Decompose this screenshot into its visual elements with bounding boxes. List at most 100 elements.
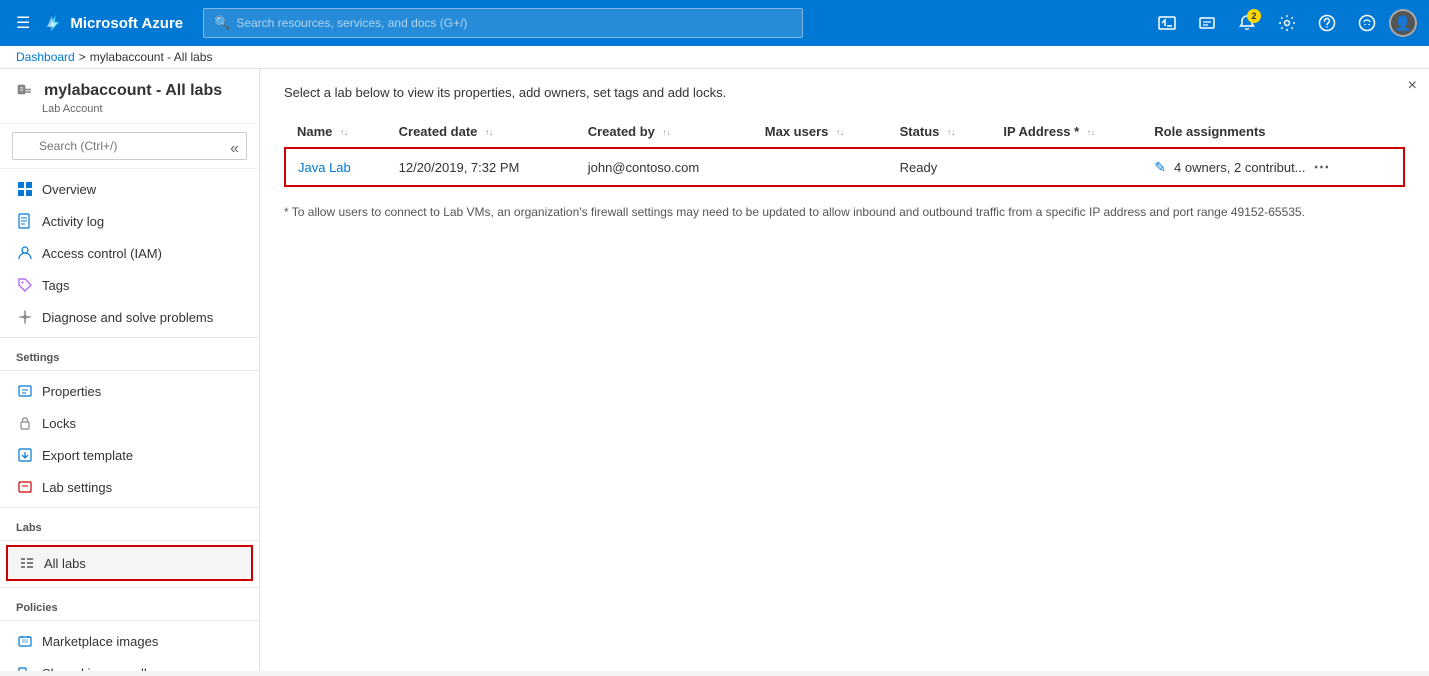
help-button[interactable] — [1309, 5, 1345, 41]
activity-log-icon — [16, 212, 34, 230]
cloud-shell-button[interactable] — [1149, 5, 1185, 41]
access-control-icon — [16, 244, 34, 262]
cell-ip-address — [991, 148, 1142, 186]
user-avatar[interactable]: 👤 — [1389, 9, 1417, 37]
sidebar-item-all-labs[interactable]: All labs — [8, 547, 251, 579]
cell-max-users — [753, 148, 888, 186]
lab-name-link[interactable]: Java Lab — [298, 160, 351, 175]
sort-status-icon[interactable]: ↑↓ — [947, 129, 955, 137]
sidebar-item-shared-image-gallery[interactable]: Shared image gallery — [0, 657, 259, 671]
labs-table: Name ↑↓ Created date ↑↓ Created by ↑↓ — [284, 116, 1405, 187]
activity-log-label: Activity log — [42, 214, 104, 229]
locks-icon — [16, 414, 34, 432]
notification-badge: 2 — [1247, 9, 1261, 23]
all-labs-label: All labs — [44, 556, 86, 571]
sidebar-item-marketplace-images[interactable]: Marketplace images — [0, 625, 259, 657]
divider-after-policies — [0, 620, 259, 621]
breadcrumb-dashboard[interactable]: Dashboard — [16, 50, 75, 64]
sidebar-header: mylabaccount - All labs Lab Account — [0, 69, 259, 124]
directory-subscription-button[interactable] — [1189, 5, 1225, 41]
sidebar-item-overview[interactable]: Overview — [0, 173, 259, 205]
settings-section-label: Settings — [0, 342, 259, 366]
lab-settings-label: Lab settings — [42, 480, 112, 495]
settings-button[interactable] — [1269, 5, 1305, 41]
search-placeholder: Search resources, services, and docs (G+… — [236, 16, 467, 30]
sidebar-item-properties[interactable]: Properties — [0, 375, 259, 407]
sort-created-by-icon[interactable]: ↑↓ — [663, 129, 671, 137]
global-search-bar[interactable]: 🔍 Search resources, services, and docs (… — [203, 8, 803, 38]
role-assignments-value: 4 owners, 2 contribut... — [1174, 160, 1306, 175]
col-role-assignments: Role assignments — [1142, 116, 1404, 148]
divider-policies — [0, 587, 259, 588]
cell-name[interactable]: Java Lab — [285, 148, 387, 186]
sidebar-item-locks[interactable]: Locks — [0, 407, 259, 439]
sort-name-icon[interactable]: ↑↓ — [340, 129, 348, 137]
sidebar-search-input[interactable] — [12, 132, 247, 160]
feedback-button[interactable] — [1349, 5, 1385, 41]
sidebar-item-export-template[interactable]: Export template — [0, 439, 259, 471]
more-options-icon[interactable]: ⋯ — [1314, 157, 1330, 177]
export-template-icon — [16, 446, 34, 464]
role-assignments-cell: ✎ 4 owners, 2 contribut... ⋯ — [1154, 157, 1391, 177]
marketplace-images-label: Marketplace images — [42, 634, 158, 649]
hamburger-menu-icon[interactable]: ☰ — [12, 9, 34, 37]
azure-logo-icon — [44, 13, 64, 33]
sidebar-title: mylabaccount - All labs — [16, 81, 243, 101]
search-icon: 🔍 — [214, 15, 230, 31]
col-status[interactable]: Status ↑↓ — [888, 116, 992, 148]
cell-role-assignments: ✎ 4 owners, 2 contribut... ⋯ — [1142, 148, 1404, 186]
col-name[interactable]: Name ↑↓ — [285, 116, 387, 148]
labs-section-label: Labs — [0, 512, 259, 536]
main-layout: mylabaccount - All labs Lab Account 🔍 « … — [0, 69, 1429, 671]
cell-created-date: 12/20/2019, 7:32 PM — [387, 148, 576, 186]
breadcrumb-current: mylabaccount - All labs — [90, 50, 213, 64]
top-navigation: ☰ Microsoft Azure 🔍 Search resources, se… — [0, 0, 1429, 46]
sidebar-item-tags[interactable]: Tags — [0, 269, 259, 301]
sidebar-item-lab-settings[interactable]: Lab settings — [0, 471, 259, 503]
overview-icon — [16, 180, 34, 198]
breadcrumb-separator: > — [79, 50, 86, 64]
properties-label: Properties — [42, 384, 101, 399]
sidebar: mylabaccount - All labs Lab Account 🔍 « … — [0, 69, 260, 671]
table-row[interactable]: Java Lab 12/20/2019, 7:32 PM john@contos… — [285, 148, 1404, 186]
content-area: × Select a lab below to view its propert… — [260, 69, 1429, 671]
notifications-button[interactable]: 2 — [1229, 5, 1265, 41]
col-created-by[interactable]: Created by ↑↓ — [576, 116, 753, 148]
collapse-sidebar-button[interactable]: « — [222, 138, 247, 160]
labs-table-container: Name ↑↓ Created date ↑↓ Created by ↑↓ — [284, 116, 1405, 187]
sort-max-users-icon[interactable]: ↑↓ — [836, 129, 844, 137]
col-max-users[interactable]: Max users ↑↓ — [753, 116, 888, 148]
divider-settings — [0, 337, 259, 338]
sidebar-item-activity-log[interactable]: Activity log — [0, 205, 259, 237]
close-button[interactable]: × — [1408, 77, 1417, 95]
divider-after-labs — [0, 540, 259, 541]
export-template-label: Export template — [42, 448, 133, 463]
edit-role-icon[interactable]: ✎ — [1154, 159, 1166, 176]
locks-label: Locks — [42, 416, 76, 431]
all-labs-icon — [18, 554, 36, 572]
sidebar-item-all-labs-wrapper: All labs — [6, 545, 253, 581]
cell-created-by: john@contoso.com — [576, 148, 753, 186]
breadcrumb: Dashboard > mylabaccount - All labs — [0, 46, 1429, 69]
col-created-date[interactable]: Created date ↑↓ — [387, 116, 576, 148]
divider-labs — [0, 507, 259, 508]
lab-settings-icon — [16, 478, 34, 496]
tags-label: Tags — [42, 278, 69, 293]
diagnose-label: Diagnose and solve problems — [42, 310, 213, 325]
shared-image-gallery-icon — [16, 664, 34, 671]
access-control-label: Access control (IAM) — [42, 246, 162, 261]
content-body: Select a lab below to view its propertie… — [260, 69, 1429, 671]
sidebar-item-diagnose[interactable]: Diagnose and solve problems — [0, 301, 259, 333]
sidebar-navigation: Overview Activity log Access control (IA… — [0, 169, 259, 671]
sort-created-date-icon[interactable]: ↑↓ — [485, 129, 493, 137]
azure-logo-text: Microsoft Azure — [70, 15, 183, 32]
ip-address-footnote: * To allow users to connect to Lab VMs, … — [284, 203, 1405, 221]
sidebar-search-container: 🔍 « — [0, 124, 259, 169]
azure-logo: Microsoft Azure — [44, 13, 183, 33]
divider-after-settings — [0, 370, 259, 371]
table-header-row: Name ↑↓ Created date ↑↓ Created by ↑↓ — [285, 116, 1404, 148]
sort-ip-icon[interactable]: ↑↓ — [1087, 129, 1095, 137]
sidebar-item-access-control[interactable]: Access control (IAM) — [0, 237, 259, 269]
col-ip-address[interactable]: IP Address * ↑↓ — [991, 116, 1142, 148]
content-description: Select a lab below to view its propertie… — [284, 85, 1405, 100]
